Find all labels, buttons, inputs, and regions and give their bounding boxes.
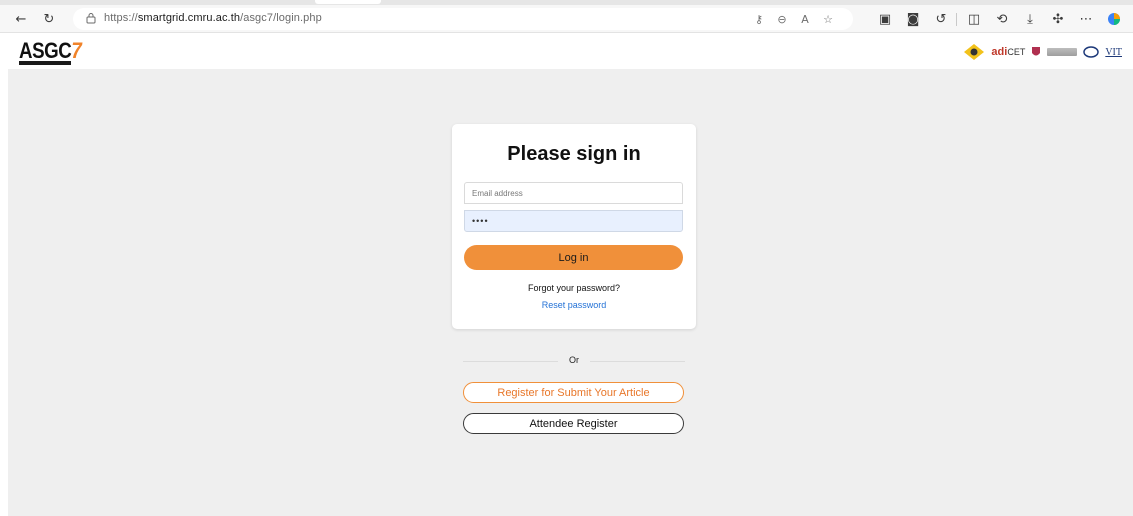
partner-university-logo: [1047, 48, 1078, 56]
partner-emblem-icon: [964, 44, 985, 60]
copilot-icon[interactable]: ↺: [930, 8, 952, 30]
login-button[interactable]: Log in: [464, 245, 683, 270]
lock-icon[interactable]: [86, 12, 96, 24]
attendee-register-button[interactable]: Attendee Register: [463, 413, 684, 434]
or-label: Or: [569, 355, 579, 365]
site-header: ASGC7 adiCET VIT: [8, 34, 1133, 69]
forgot-password-text: Forgot your password?: [527, 283, 621, 293]
extension-icon[interactable]: ✣: [1047, 8, 1069, 30]
login-card: Please sign in Log in Forgot your passwo…: [452, 124, 696, 329]
page-body: Please sign in Log in Forgot your passwo…: [8, 69, 1133, 516]
asgc7-logo[interactable]: ASGC7: [19, 38, 92, 65]
screenshot-icon[interactable]: ▣: [874, 8, 896, 30]
logo-subbar: [19, 61, 71, 65]
camera-icon[interactable]: ◙: [902, 8, 924, 30]
reset-password-link[interactable]: Reset password: [452, 300, 696, 310]
address-bar[interactable]: https://smartgrid.cmru.ac.th/asgc7/login…: [73, 8, 853, 30]
read-aloud-icon[interactable]: A: [796, 10, 814, 28]
partner-vit: VIT: [1105, 46, 1122, 58]
download-icon[interactable]: ⤓: [1019, 8, 1041, 30]
edge-copilot-icon[interactable]: [1103, 8, 1125, 30]
key-icon[interactable]: ⚷: [750, 10, 768, 28]
browser-toolbar: ← ↻ https://smartgrid.cmru.ac.th/asgc7/l…: [0, 5, 1133, 33]
divider-line-right: [590, 361, 685, 362]
vit-emblem-icon: [1083, 46, 1100, 58]
split-screen-icon[interactable]: ◫: [963, 8, 985, 30]
partner-logos: adiCET VIT: [963, 42, 1122, 62]
favorite-star-icon[interactable]: ☆: [819, 10, 837, 28]
partner-adicet: adiCET: [991, 46, 1026, 58]
more-icon[interactable]: ⋯: [1075, 8, 1097, 30]
email-field[interactable]: [464, 182, 683, 204]
url-text[interactable]: https://smartgrid.cmru.ac.th/asgc7/login…: [104, 12, 322, 24]
back-icon[interactable]: ←: [10, 8, 32, 30]
university-crest-icon: [1032, 47, 1041, 56]
refresh-icon[interactable]: ↻: [38, 8, 60, 30]
toolbar-separator: [956, 13, 957, 26]
register-article-button[interactable]: Register for Submit Your Article: [463, 382, 684, 403]
zoom-icon[interactable]: ⊖: [773, 10, 791, 28]
password-field[interactable]: [464, 210, 683, 232]
page-title: Please sign in: [507, 143, 641, 165]
active-tab[interactable]: [315, 0, 381, 4]
or-divider: Or: [463, 355, 685, 365]
history-icon[interactable]: ⟲: [991, 8, 1013, 30]
